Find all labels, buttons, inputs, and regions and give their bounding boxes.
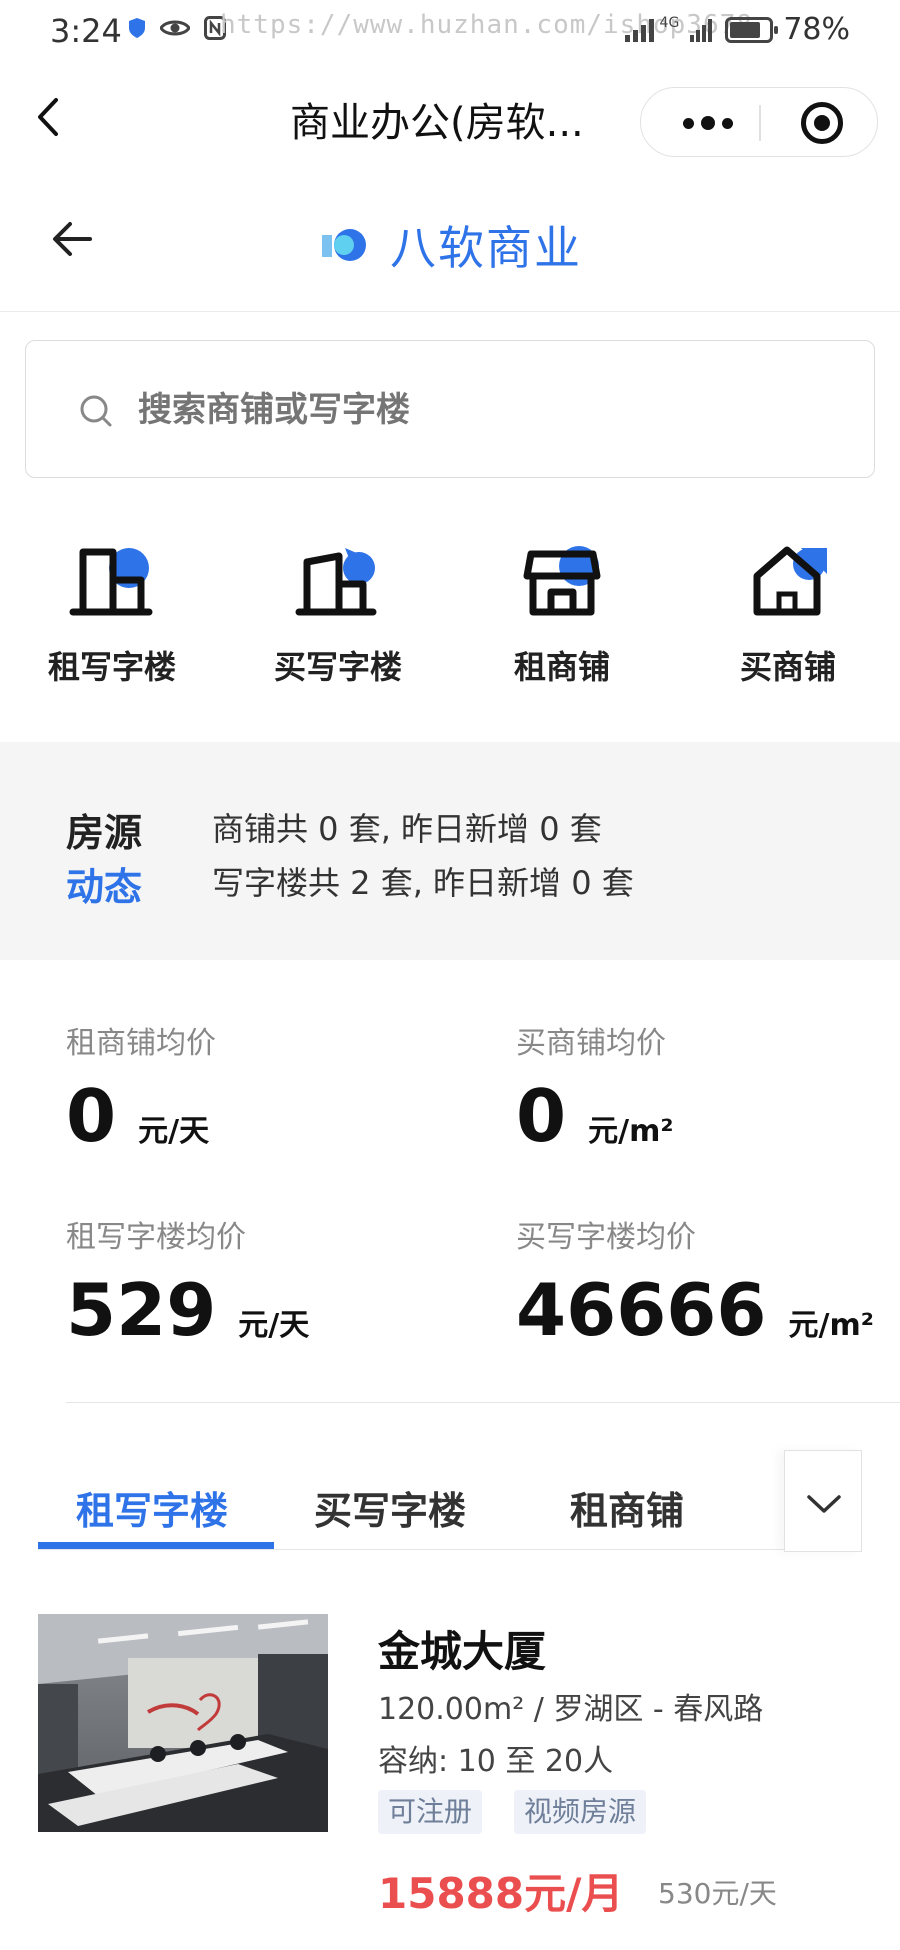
listing-card[interactable]: 金城大厦 120.00m² / 罗湖区 - 春风路 容纳: 10 至 20人 可… [0, 1612, 900, 1932]
section-divider [66, 1402, 900, 1403]
price-label: 买商铺均价 [516, 1026, 666, 1061]
price-stat-rent-office: 租写字楼均价 529 元/天 [66, 1212, 466, 1346]
price-value: 0 [66, 1074, 117, 1158]
listing-info: 120.00m² / 罗湖区 - 春风路 [378, 1692, 764, 1727]
category-grid: 租写字楼 买写字楼 租商铺 买商铺 [0, 540, 900, 700]
brand-logo-icon [322, 229, 366, 261]
banner-title-line2: 动态 [66, 865, 143, 909]
chevron-down-icon [807, 1495, 841, 1513]
banner-title-line1: 房源 [66, 811, 143, 855]
tag-video: 视频房源 [514, 1790, 647, 1834]
shield-icon [129, 18, 145, 38]
price-unit: 元/天 [138, 1114, 210, 1149]
shop-rent-icon [523, 546, 601, 616]
listing-tabs: 租写字楼 买写字楼 租商铺 [0, 1450, 900, 1554]
tab-rent-shop[interactable]: 租商铺 [570, 1480, 684, 1535]
tabs-expand-button[interactable] [784, 1450, 862, 1552]
category-buy-shop[interactable]: 买商铺 [688, 540, 888, 700]
status-right-icons: 4G 78% [624, 12, 850, 47]
status-left-icons [128, 16, 226, 40]
tag-registrable: 可注册 [378, 1790, 483, 1834]
category-rent-office[interactable]: 租写字楼 [12, 540, 212, 700]
price-value: 0 [516, 1074, 567, 1158]
listing-daily-price: 530元/天 [658, 1877, 777, 1910]
price-stat-buy-shop: 买商铺均价 0 元/m² [516, 1018, 900, 1152]
listing-title: 金城大厦 [378, 1627, 547, 1676]
price-label: 租商铺均价 [66, 1026, 216, 1061]
capsule-divider [759, 105, 761, 141]
status-time: 3:24 [50, 12, 122, 50]
miniprogram-nav-bar: 商业办公(房软... [0, 62, 900, 174]
app-header: 八软商业 [0, 174, 900, 312]
brand-name: 八软商业 [390, 221, 582, 275]
status-bar: 3:24 https://www.huzhan.com/ishop3678 4G… [0, 0, 900, 62]
listing-stats-banner: 房源 动态 商铺共 0 套, 昨日新增 0 套 写字楼共 2 套, 昨日新增 0… [0, 742, 900, 960]
search-icon [80, 395, 112, 427]
battery-level [730, 21, 761, 38]
signal-icon [624, 18, 654, 42]
battery-icon [725, 16, 779, 43]
listing-photo [38, 1614, 328, 1832]
price-stat-buy-office: 买写字楼均价 46666 元/m² [516, 1212, 900, 1346]
target-close-icon[interactable] [801, 102, 843, 144]
category-buy-office[interactable]: 买写字楼 [238, 540, 438, 700]
office-photo-image [38, 1614, 328, 1832]
eye-icon [160, 20, 190, 36]
tabs-bottom-border [38, 1549, 862, 1550]
brand: 八软商业 [320, 212, 582, 278]
price-label: 租写字楼均价 [66, 1220, 246, 1255]
shop-count-text: 商铺共 0 套, 昨日新增 0 套 [212, 810, 602, 848]
arrow-left-icon [53, 222, 92, 256]
tab-rent-office[interactable]: 租写字楼 [76, 1480, 228, 1535]
more-dots-icon[interactable] [663, 88, 753, 158]
signal-icon-2 [690, 18, 713, 42]
office-rent-icon [69, 548, 153, 616]
price-stat-rent-shop: 租商铺均价 0 元/天 [66, 1018, 466, 1152]
category-label: 租写字楼 [47, 648, 176, 686]
price-unit: 元/m² [588, 1114, 674, 1149]
category-label: 买写字楼 [273, 648, 402, 686]
price-unit: 元/m² [788, 1308, 874, 1343]
miniprogram-title: 商业办公(房软... [290, 100, 584, 146]
category-rent-shop[interactable]: 租商铺 [462, 540, 662, 700]
office-buy-icon [295, 548, 377, 616]
search-box[interactable] [25, 340, 875, 478]
tab-buy-office[interactable]: 买写字楼 [314, 1480, 466, 1535]
network-type: 4G [659, 14, 680, 31]
listing-capacity: 容纳: 10 至 20人 [378, 1744, 614, 1779]
price-unit: 元/天 [238, 1308, 310, 1343]
capsule-menu [640, 87, 878, 157]
price-label: 买写字楼均价 [516, 1220, 696, 1255]
listing-price: 15888元/月 [378, 1869, 624, 1918]
category-label: 买商铺 [739, 648, 836, 686]
office-count-text: 写字楼共 2 套, 昨日新增 0 套 [212, 864, 634, 902]
app-back-button[interactable] [48, 214, 98, 264]
search-input[interactable] [138, 385, 738, 435]
category-label: 租商铺 [513, 648, 610, 686]
battery-percent: 78% [783, 12, 850, 47]
price-value: 529 [66, 1268, 217, 1352]
chevron-left-icon [38, 98, 58, 136]
shop-buy-icon [753, 546, 827, 616]
back-button[interactable] [30, 92, 70, 142]
price-value: 46666 [516, 1268, 767, 1352]
